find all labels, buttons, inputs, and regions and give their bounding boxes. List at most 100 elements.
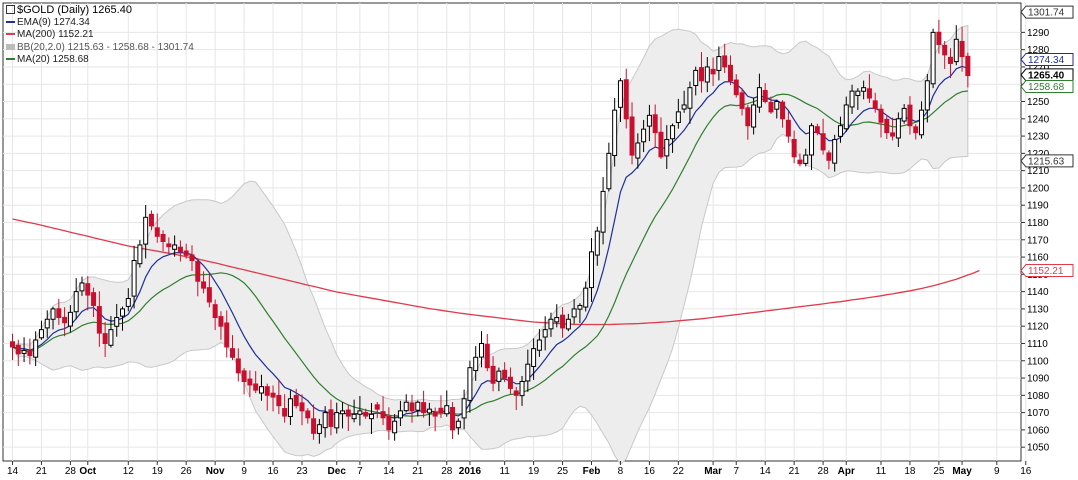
candle-body <box>212 304 218 319</box>
y-tick-label: 1060 <box>1027 425 1050 436</box>
y-tick-label: 1140 <box>1027 287 1049 298</box>
y-tick-label: 1120 <box>1027 322 1049 333</box>
candle-body <box>641 128 647 143</box>
legend-label-ema9: EMA(9) 1274.34 <box>17 16 90 28</box>
x-tick-label: 21 <box>789 466 801 477</box>
candle-body <box>253 383 259 391</box>
candle-body <box>282 408 288 417</box>
candle-body <box>774 101 780 110</box>
candle-body <box>50 308 56 320</box>
price-tag: 1152.21 <box>1020 264 1074 278</box>
candle-body <box>316 424 322 434</box>
candle-body <box>866 88 872 99</box>
candle-body <box>287 398 293 418</box>
candle-body <box>270 392 276 398</box>
y-tick-label: 1190 <box>1027 201 1049 212</box>
candle-body <box>699 67 705 82</box>
candle <box>930 28 936 89</box>
y-tick-label: 1180 <box>1027 218 1049 229</box>
x-tick-label: 8 <box>618 466 624 477</box>
candle-body <box>15 344 21 355</box>
x-tick-label: 19 <box>152 466 164 477</box>
candle-body <box>432 412 438 417</box>
candle-body <box>125 298 131 307</box>
x-tick-label: Feb <box>583 466 601 477</box>
candle-body <box>617 80 623 108</box>
x-tick-label: 22 <box>673 466 685 477</box>
x-axis: 14 21 28 Oct 12 19 26 Nov 9 16 23 Dec 7 14 21 28 2016 11 1… <box>7 461 1032 477</box>
candle-body <box>762 90 768 103</box>
candle-body <box>473 356 479 372</box>
x-tick-label: 2016 <box>459 466 482 477</box>
candle-body <box>467 367 473 401</box>
candle-body <box>855 90 861 96</box>
candle-body <box>102 333 108 344</box>
candle-body <box>166 243 172 248</box>
candle-body <box>502 369 508 379</box>
x-tick-label: 19 <box>528 466 540 477</box>
candle-body <box>658 131 664 158</box>
x-tick-label: 21 <box>36 466 48 477</box>
chart-title-text: $GOLD (Daily) 1265.40 <box>17 4 132 16</box>
y-tick-label: 1160 <box>1027 253 1049 264</box>
y-tick-label: 1080 <box>1027 391 1050 402</box>
candle-body <box>589 251 594 289</box>
candle-body <box>67 311 73 327</box>
candle-body <box>409 402 415 412</box>
candle-body <box>884 118 890 134</box>
candle-body <box>478 342 484 358</box>
candle-body <box>299 402 305 412</box>
chart-title: $GOLD (Daily) 1265.40 <box>6 4 194 17</box>
candle-body <box>426 408 432 414</box>
x-tick-label: 28 <box>818 466 830 477</box>
candle-body <box>206 287 212 303</box>
x-tick-label: Apr <box>838 466 855 477</box>
y-tick-label: 1250 <box>1027 97 1050 108</box>
candle-body <box>832 139 838 164</box>
y-tick-label: 1200 <box>1027 183 1050 194</box>
x-tick-label: 18 <box>904 466 916 477</box>
candle-body <box>154 227 160 237</box>
candle-body <box>56 308 62 319</box>
candle-body <box>386 415 392 431</box>
price-tag: 1301.74 <box>1020 5 1074 19</box>
candle-body <box>351 413 357 420</box>
candle-body <box>397 410 403 419</box>
candle-body <box>177 246 183 253</box>
price-tag: 1215.63 <box>1020 154 1074 168</box>
y-tick-label: 1210 <box>1027 166 1050 177</box>
candle-body <box>959 40 965 58</box>
candle-body <box>612 109 618 156</box>
candle-body <box>85 283 91 296</box>
candle-body <box>525 363 531 382</box>
candle-body <box>27 350 33 357</box>
candle-body <box>542 329 548 338</box>
candle-body <box>907 104 913 127</box>
x-tick-label: 11 <box>499 466 510 477</box>
candle-body <box>901 107 907 122</box>
candle-body <box>62 316 68 324</box>
candle-body <box>953 38 959 63</box>
candle-body <box>710 68 716 75</box>
candle-body <box>826 152 832 161</box>
candle-body <box>264 386 270 396</box>
y-tick-label: 1090 <box>1027 374 1050 385</box>
x-tick-label: Nov <box>206 466 225 477</box>
chart-legend: $GOLD (Daily) 1265.40 EMA(9) 1274.34 MA(… <box>6 4 194 67</box>
gold-daily-chart: 1050 1060 1070 1080 1090 1100 1110 1120 1130 1140… <box>2 2 1074 477</box>
candle-body <box>438 407 444 414</box>
x-tick-label: 28 <box>65 466 77 477</box>
candle-body <box>374 404 380 410</box>
candle-body <box>235 358 241 374</box>
candle-body <box>890 132 896 137</box>
candle-body <box>687 87 693 109</box>
x-tick-label: 14 <box>760 466 772 477</box>
candle-body <box>872 100 878 109</box>
x-tick-label: Dec <box>328 466 347 477</box>
x-tick-label: 16 <box>1020 466 1032 477</box>
y-tick-label: 1070 <box>1027 408 1050 419</box>
candle-body <box>363 411 369 417</box>
price-tag-label: 1301.74 <box>1028 8 1065 19</box>
x-tick-label: Mar <box>704 466 722 477</box>
candle-body <box>600 190 606 233</box>
